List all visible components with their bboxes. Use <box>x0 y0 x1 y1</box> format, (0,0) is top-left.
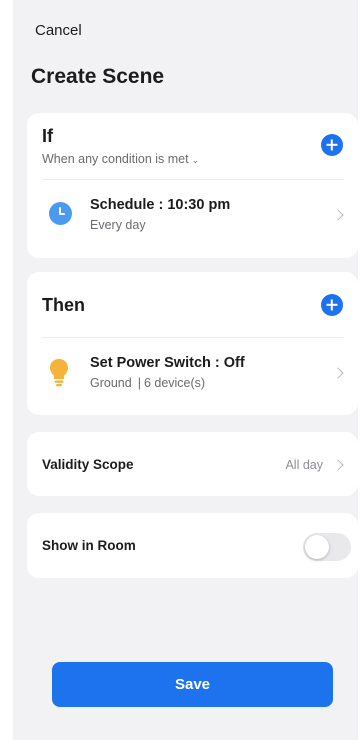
then-title: Then <box>42 295 85 315</box>
add-condition-button[interactable] <box>321 134 343 156</box>
chevron-right-icon <box>332 367 344 379</box>
lightbulb-icon <box>50 359 68 387</box>
separator: | <box>137 376 141 390</box>
validity-scope-row[interactable]: Validity Scope All day <box>27 432 358 496</box>
save-button[interactable]: Save <box>52 662 333 707</box>
show-in-room-row: Show in Room <box>27 513 358 578</box>
chevron-right-icon <box>332 209 344 221</box>
cancel-button[interactable]: Cancel <box>35 22 82 39</box>
toggle-knob <box>305 535 329 559</box>
show-in-room-label: Show in Room <box>42 538 136 553</box>
condition-title: Schedule : 10:30 pm <box>90 197 231 213</box>
if-card: If When any condition is met ⌄ Schedule :… <box>27 113 358 258</box>
action-room: Ground <box>90 376 132 390</box>
action-device-count: 6 device(s) <box>143 376 206 390</box>
validity-scope-label: Validity Scope <box>42 457 134 472</box>
show-in-room-toggle[interactable] <box>303 533 351 561</box>
if-title: If <box>42 126 53 146</box>
then-card: Then Set Power Switch : Off Ground | 6 dev… <box>27 272 358 415</box>
action-subtitle: Ground | 6 device(s) <box>90 376 205 390</box>
action-item-power-switch[interactable]: Set Power Switch : Off Ground | 6 device(s… <box>27 338 358 410</box>
clock-icon <box>49 202 72 225</box>
condition-item-schedule[interactable]: Schedule : 10:30 pm Every day <box>27 180 358 252</box>
action-title: Set Power Switch : Off <box>90 355 245 371</box>
chevron-down-icon: ⌄ <box>191 155 200 165</box>
condition-subtitle: Every day <box>90 218 146 232</box>
scene-editor-screen: Cancel Create Scene If When any conditio… <box>13 0 358 740</box>
validity-scope-value: All day <box>285 458 323 472</box>
page-title: Create Scene <box>31 65 165 88</box>
add-action-button[interactable] <box>321 294 343 316</box>
condition-selector[interactable]: When any condition is met ⌄ <box>42 152 199 166</box>
condition-label: When any condition is met <box>42 152 189 166</box>
chevron-right-icon <box>332 459 344 471</box>
